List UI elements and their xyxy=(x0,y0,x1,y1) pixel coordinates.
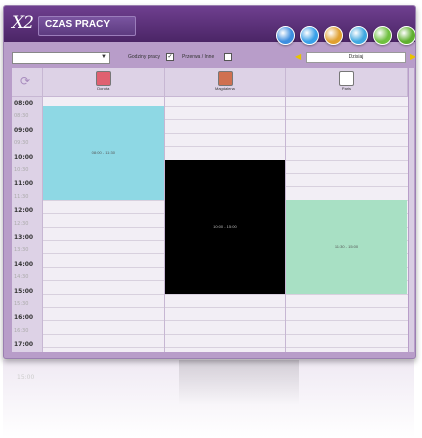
event-time-label: 10:00 - 15:00 xyxy=(213,223,237,229)
event-time-label: 08:00 - 11:30 xyxy=(91,149,115,155)
refresh-icon[interactable]: ⟳ xyxy=(20,74,30,88)
time-label: 16:00 xyxy=(14,314,34,322)
column-label: Dorota xyxy=(97,86,110,91)
app-title: CZAS PRACY xyxy=(45,19,111,30)
tower-icon xyxy=(339,71,355,86)
heart-icon xyxy=(96,71,112,86)
time-label: 10:30 xyxy=(14,167,29,173)
column-label: Paris xyxy=(341,86,352,91)
column-header: Dorota xyxy=(43,68,165,97)
time-label: 08:30 xyxy=(14,113,29,120)
pattern-icon xyxy=(217,71,233,86)
time-label: 15:00 xyxy=(14,287,34,295)
next-day-icon[interactable]: ▶ xyxy=(410,52,415,61)
time-label: 10:00 xyxy=(14,153,34,161)
date-field[interactable]: Dzisiaj xyxy=(306,52,406,63)
working-hours-checkbox[interactable]: ✓ xyxy=(166,53,174,61)
time-label: 09:30 xyxy=(14,140,29,147)
gear-icon[interactable] xyxy=(300,26,319,45)
time-label: 11:00 xyxy=(14,180,34,188)
grid-line xyxy=(43,307,408,308)
schedule-calendar: ⟳ Dorota Magdalena Paris 08:00 08:30 09:00 09… xyxy=(12,68,408,352)
prev-day-icon[interactable]: ◀ xyxy=(295,52,301,61)
schedule-grid[interactable]: 08:00 - 11:30 10:00 - 15:00 11:30 - 15:00 xyxy=(43,97,408,352)
grid-line xyxy=(43,320,408,322)
time-label: 14:30 xyxy=(14,274,29,281)
time-label: 14:00 xyxy=(14,260,34,268)
app-window: X2 CZAS PRACY ▼ Godziny pracy ✓ Przerwa … xyxy=(3,5,416,359)
chat-icon[interactable] xyxy=(349,26,368,45)
time-label: 17:00 xyxy=(14,341,34,349)
time-column: 08:00 08:30 09:00 09:30 10:00 10:30 11:00 11:30… xyxy=(12,97,43,352)
schedule-event[interactable]: 11:30 - 15:00 xyxy=(286,199,407,294)
disc-icon[interactable] xyxy=(276,26,295,45)
filter-bar: ▼ Godziny pracy ✓ Przerwa / Inne ◀ Dzisi… xyxy=(12,50,415,64)
grid-line xyxy=(43,293,408,295)
app-logo: X2 xyxy=(12,13,34,33)
grid-line xyxy=(43,347,408,349)
column-header: Paris xyxy=(286,68,408,97)
title-bar: X2 CZAS PRACY xyxy=(4,6,415,45)
schedule-event[interactable]: 08:00 - 11:30 xyxy=(43,106,164,200)
window-reflection: 15:00 xyxy=(3,360,414,438)
time-label: 09:00 xyxy=(14,126,34,134)
time-label: 13:30 xyxy=(14,247,29,254)
employee-select[interactable]: ▼ xyxy=(12,52,110,64)
calendar-corner: ⟳ xyxy=(12,68,43,97)
time-label: 08:00 xyxy=(14,100,34,107)
time-label: 16:30 xyxy=(14,327,29,334)
time-label: 11:30 xyxy=(14,193,29,200)
time-label: 15:30 xyxy=(14,301,29,307)
event-time-label: 11:30 - 15:00 xyxy=(334,243,359,249)
time-label: 12:30 xyxy=(14,220,29,227)
reflection-time: 15:00 xyxy=(17,374,35,381)
chevron-down-icon[interactable]: ▼ xyxy=(101,54,107,60)
working-hours-label: Godziny pracy xyxy=(128,54,160,60)
grid-line xyxy=(43,333,408,335)
column-header: Magdalena xyxy=(164,68,287,97)
breaks-label: Przerwa / Inne xyxy=(182,54,215,60)
reflection-shadow xyxy=(179,360,299,405)
exit-icon[interactable] xyxy=(397,26,415,45)
export-icon[interactable] xyxy=(373,26,392,45)
people-icon[interactable] xyxy=(324,26,343,45)
time-label: 13:00 xyxy=(14,234,34,241)
schedule-event[interactable]: 10:00 - 15:00 xyxy=(164,159,286,294)
scrollbar[interactable] xyxy=(409,68,414,352)
breaks-checkbox[interactable] xyxy=(224,53,232,61)
title-box: CZAS PRACY xyxy=(38,16,136,36)
column-label: Magdalena xyxy=(214,86,235,91)
time-label: 12:00 xyxy=(14,207,34,215)
